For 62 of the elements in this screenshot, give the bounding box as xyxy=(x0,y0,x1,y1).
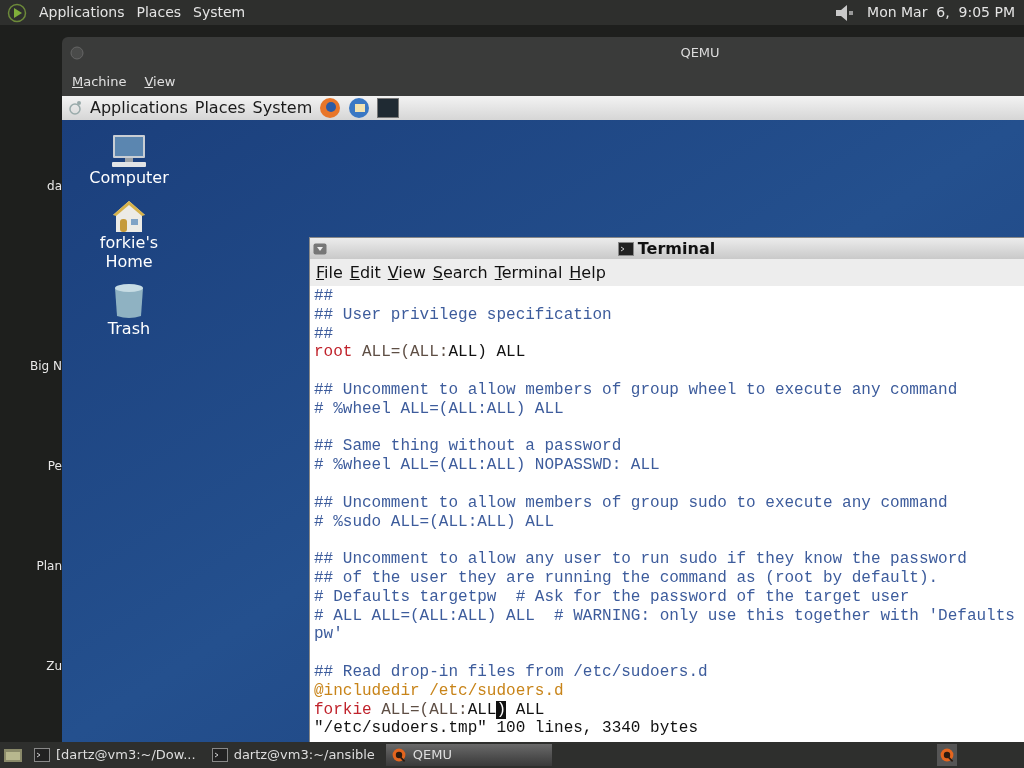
desktop-icon-label: Plan xyxy=(36,558,62,575)
desktop-icon-label: da xyxy=(47,178,62,195)
show-desktop-icon[interactable] xyxy=(3,746,23,764)
code-line: # Defaults targetpw # Ask for the password of the target user xyxy=(314,587,911,607)
qemu-icon xyxy=(939,747,955,763)
desktop-icon-label: Zu xyxy=(46,658,62,675)
panel-menu[interactable]: System xyxy=(193,2,246,23)
mail-icon[interactable] xyxy=(348,97,371,119)
code-line: root ALL=(ALL:ALL) ALL xyxy=(314,343,527,363)
desktop-icon-label[interactable]: Computer xyxy=(74,168,184,187)
terminal-icon xyxy=(34,748,50,762)
qemu-icon xyxy=(390,747,407,763)
code-line: @includedir /etc/sudoers.d xyxy=(314,681,565,701)
code-line: ## xyxy=(314,287,335,306)
taskbar-button[interactable]: dartz@vm3:~/ansible xyxy=(206,744,380,766)
terminal-icon[interactable] xyxy=(377,98,400,118)
menu-item[interactable]: Machine xyxy=(72,72,127,92)
menu-item[interactable]: View xyxy=(387,260,426,285)
terminal-icon xyxy=(211,748,228,762)
computer-icon xyxy=(111,134,147,168)
clock[interactable]: Mon Mar 6, 9:05 PM xyxy=(867,2,1017,23)
code-line: forkie ALL=(ALL:ALL) ALL xyxy=(314,700,546,720)
code-line: # %wheel ALL=(ALL:ALL) ALL xyxy=(314,399,565,419)
browser-icon[interactable] xyxy=(319,97,342,119)
panel-menu[interactable]: Applications xyxy=(90,96,188,120)
menu-item[interactable]: Terminal xyxy=(494,260,563,285)
menu-item[interactable]: Help xyxy=(569,260,606,285)
menu-item[interactable]: Search xyxy=(432,260,488,285)
panel-menu[interactable]: Places xyxy=(194,96,246,120)
code-line: # ALL ALL=(ALL:ALL) ALL # WARNING: only use this together with 'Defaults xyxy=(314,606,1016,626)
window-title: QEMU xyxy=(679,43,721,62)
code-line: # %wheel ALL=(ALL:ALL) NOPASSWD: ALL xyxy=(314,456,661,475)
code-line: ## xyxy=(314,324,335,344)
panel-menu[interactable]: Applications xyxy=(39,2,125,23)
code-line: ## Read drop-in files from /etc/sudoers.d xyxy=(314,662,709,682)
play-logo-icon[interactable] xyxy=(7,2,27,23)
window-title: Terminal xyxy=(637,237,716,260)
code-line: ## Uncomment to allow members of group wheel to execute any command xyxy=(314,381,959,400)
code-line: ## User privilege specification xyxy=(314,305,613,325)
panel-menu[interactable]: System xyxy=(252,96,313,120)
taskbar-button[interactable]: QEMU xyxy=(385,744,552,766)
code-line: "/etc/sudoers.tmp" 100 lines, 3340 bytes xyxy=(314,719,700,739)
desktop-icon-label[interactable]: Trash xyxy=(74,319,184,338)
speaker-icon[interactable] xyxy=(833,2,856,23)
code-line: pw' xyxy=(314,625,344,645)
menu-item[interactable]: File xyxy=(316,260,343,285)
code-line: ## of the user they are running the command as (root by default). xyxy=(314,568,940,588)
code-line: ## Uncomment to allow members of group sudo to execute any command xyxy=(314,493,949,513)
code-line: # %sudo ALL=(ALL:ALL) ALL xyxy=(314,512,556,532)
trash-icon xyxy=(113,283,145,319)
code-line: ## Uncomment to allow any user to run sudo if they know the password xyxy=(314,550,968,569)
desktop-icon-label: Big N xyxy=(30,358,62,375)
panel-menu[interactable]: Places xyxy=(136,2,182,23)
desktop-icon-label[interactable]: forkie's Home xyxy=(74,233,184,271)
house-icon xyxy=(111,199,147,233)
terminal-icon xyxy=(617,241,634,256)
menu-item[interactable]: Edit xyxy=(349,260,381,285)
window-menu-icon[interactable] xyxy=(313,242,327,255)
desktop-icon-label: Pe xyxy=(47,458,62,475)
code-line: ## Same thing without a password xyxy=(314,437,623,457)
menu-item[interactable]: View xyxy=(144,72,176,92)
taskbar-button[interactable]: [dartz@vm3:~/Dow... xyxy=(29,744,201,766)
